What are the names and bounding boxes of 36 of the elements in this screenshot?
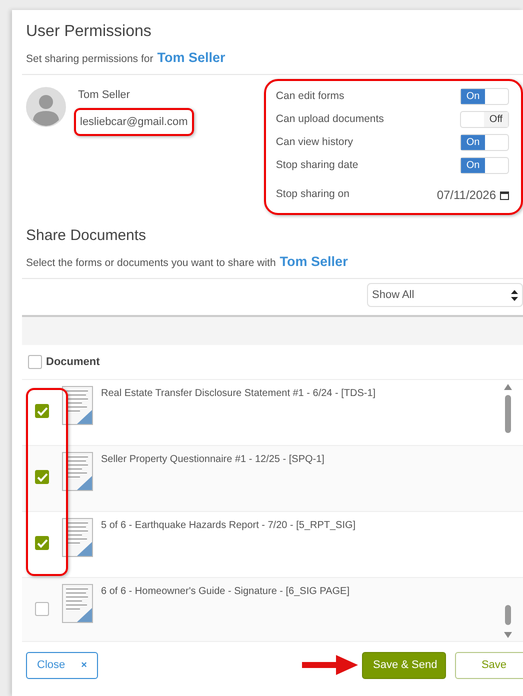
document-thumbnail-icon bbox=[62, 518, 93, 557]
user-name: Tom Seller bbox=[157, 49, 226, 67]
date-field[interactable]: 07/11/2026 bbox=[436, 186, 509, 204]
date-label: Stop sharing on bbox=[276, 187, 350, 202]
document-thumbnail-icon bbox=[62, 386, 93, 425]
section-description: Select the forms or documents you want to share with bbox=[26, 256, 276, 271]
user-name: Tom Seller bbox=[77, 88, 130, 104]
checkbox[interactable] bbox=[35, 536, 49, 550]
section-title: Share Documents bbox=[26, 226, 148, 246]
user-email: lesliebcar@gmail.com bbox=[74, 108, 194, 136]
document-title[interactable]: 5 of 6 - Earthquake Hazards Report - 7/20 - [5_RPT_SIG] bbox=[101, 518, 356, 533]
calendar-icon[interactable] bbox=[500, 190, 509, 200]
checkbox[interactable] bbox=[35, 404, 49, 418]
checkbox[interactable] bbox=[35, 602, 49, 616]
document-title[interactable]: Seller Property Questionnaire #1 - 12/25 - [SPQ-1] bbox=[101, 452, 324, 467]
checkbox[interactable] bbox=[35, 470, 49, 484]
column-header: Document bbox=[46, 354, 100, 370]
document-thumbnail-icon bbox=[62, 452, 93, 491]
subtitle-text: Set sharing permissions for bbox=[26, 52, 154, 67]
document-title[interactable]: 6 of 6 - Homeowner's Guide - Signature - [6_SIG PAGE] bbox=[101, 584, 350, 599]
permission-label: Can upload documents bbox=[276, 112, 384, 127]
toggle-switch[interactable]: Off bbox=[460, 111, 509, 128]
permission-label: Can edit forms bbox=[276, 88, 344, 104]
dialog-title: User Permissions bbox=[26, 22, 152, 42]
avatar-icon bbox=[26, 87, 66, 128]
document-thumbnail-icon bbox=[62, 584, 93, 623]
toggle-switch[interactable]: On bbox=[460, 157, 509, 174]
filter-dropdown[interactable]: Show All bbox=[367, 283, 523, 307]
user-name: Tom Seller bbox=[280, 252, 348, 271]
permission-label: Stop sharing date bbox=[276, 158, 358, 173]
document-title[interactable]: Real Estate Transfer Disclosure Statement #1 - 6/24 - [TDS-1] bbox=[101, 386, 376, 401]
select-all-checkbox[interactable] bbox=[28, 355, 42, 369]
sort-caret-icon bbox=[511, 290, 518, 300]
permission-label: Can view history bbox=[276, 134, 353, 150]
toggle-switch[interactable]: On bbox=[460, 88, 509, 106]
toggle-switch[interactable]: On bbox=[460, 134, 509, 152]
